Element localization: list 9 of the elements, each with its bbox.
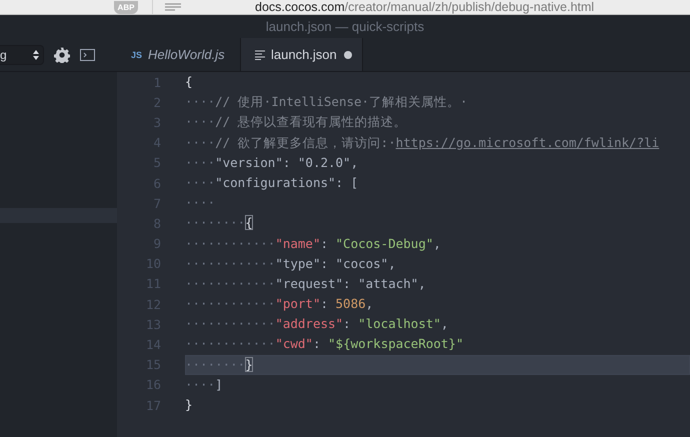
settings-icon[interactable] [54,46,70,62]
js-icon: JS [131,50,142,60]
text-file-icon [255,50,265,60]
file-tab[interactable]: launch.json [240,38,363,71]
window-title: launch.json — quick-scripts [266,19,424,34]
updown-icon [33,50,39,60]
url-text[interactable]: docs.cocos.com/creator/manual/zh/publish/debug-native.html [255,0,594,14]
terminal-icon[interactable] [80,48,95,60]
config-select[interactable]: g [0,44,44,64]
